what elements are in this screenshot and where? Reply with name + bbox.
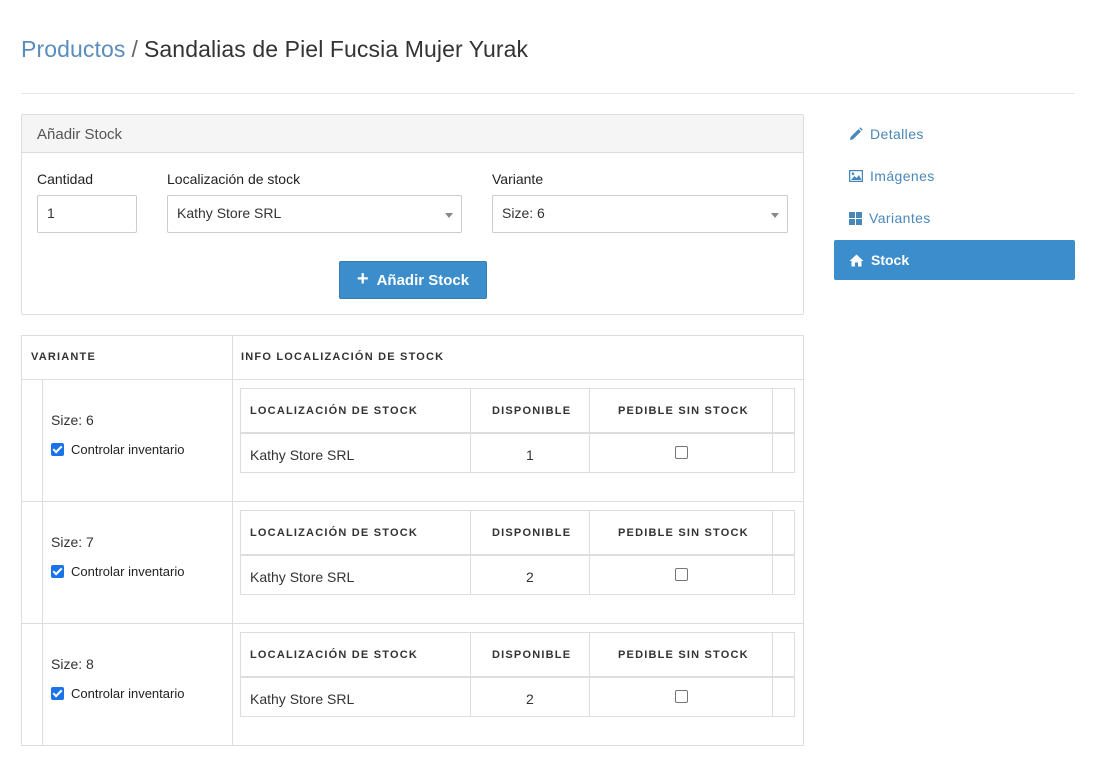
location-select-value: Kathy Store SRL xyxy=(177,205,282,221)
table-row: Size: 6 Controlar inventario LOCALIZACIÓ… xyxy=(22,380,803,502)
subtable-divider xyxy=(470,633,471,716)
quantity-label: Cantidad xyxy=(37,171,94,187)
row-indent xyxy=(42,380,43,502)
stock-available-count: 2 xyxy=(526,691,534,707)
nav-item-imagenes[interactable]: Imágenes xyxy=(834,156,1075,196)
subtable-divider xyxy=(470,511,471,594)
add-stock-button[interactable]: + Añadir Stock xyxy=(339,261,487,299)
quantity-input-value: 1 xyxy=(47,205,55,221)
location-select[interactable]: Kathy Store SRL xyxy=(167,195,462,233)
subtable-header-available: DISPONIBLE xyxy=(492,649,572,661)
nav-item-label: Detalles xyxy=(870,126,924,142)
stock-location-subtable: LOCALIZACIÓN DE STOCK DISPONIBLE PEDIBLE… xyxy=(240,510,795,595)
stock-location-name: Kathy Store SRL xyxy=(250,447,355,463)
subtable-divider xyxy=(589,511,590,594)
row-indent xyxy=(42,624,43,746)
subtable-header-backorder: PEDIBLE SIN STOCK xyxy=(618,527,749,539)
subtable-divider xyxy=(772,511,773,594)
add-stock-button-label: Añadir Stock xyxy=(376,271,470,289)
side-nav: Detalles Imágenes Variantes Stock xyxy=(834,114,1075,282)
backorderable-checkbox[interactable] xyxy=(675,690,688,703)
nav-item-variantes[interactable]: Variantes xyxy=(834,198,1075,238)
track-inventory-checkbox-row[interactable]: Controlar inventario xyxy=(51,442,184,457)
page-title: Productos / Sandalias de Piel Fucsia Mujer… xyxy=(21,36,528,63)
add-stock-panel: Añadir Stock Cantidad 1 Localización de … xyxy=(21,114,804,315)
grid-icon xyxy=(849,211,862,225)
track-inventory-checkbox[interactable] xyxy=(51,687,64,700)
variant-label: Variante xyxy=(492,171,544,187)
track-inventory-label: Controlar inventario xyxy=(71,686,185,701)
track-inventory-checkbox[interactable] xyxy=(51,443,64,456)
location-label: Localización de stock xyxy=(167,171,301,187)
nav-item-label: Stock xyxy=(871,252,910,268)
image-icon xyxy=(849,170,863,182)
stock-location-subtable: LOCALIZACIÓN DE STOCK DISPONIBLE PEDIBLE… xyxy=(240,388,795,473)
breadcrumb-separator: / xyxy=(131,36,138,62)
stock-available-count: 2 xyxy=(526,569,534,585)
add-stock-heading: Añadir Stock xyxy=(22,115,803,153)
table-row: Size: 7 Controlar inventario LOCALIZACIÓ… xyxy=(22,502,803,624)
track-inventory-label: Controlar inventario xyxy=(71,564,185,579)
breadcrumb-current: Sandalias de Piel Fucsia Mujer Yurak xyxy=(143,36,529,62)
column-header-variant: VARIANTE xyxy=(31,351,97,363)
stock-table-header: VARIANTE INFO LOCALIZACIÓN DE STOCK xyxy=(22,336,803,380)
subtable-divider xyxy=(772,389,773,472)
subtable-divider xyxy=(589,389,590,472)
stock-table: VARIANTE INFO LOCALIZACIÓN DE STOCK Size… xyxy=(21,335,804,746)
variant-select-value: Size: 6 xyxy=(502,205,545,221)
track-inventory-checkbox[interactable] xyxy=(51,565,64,578)
stock-available-count: 1 xyxy=(526,447,534,463)
breadcrumb-productos-link[interactable]: Productos xyxy=(21,36,125,62)
nav-item-detalles[interactable]: Detalles xyxy=(834,114,1075,154)
subtable-divider xyxy=(772,633,773,716)
nav-item-label: Variantes xyxy=(869,210,931,226)
variant-field-group: Variante Size: 6 xyxy=(492,171,788,233)
variant-select[interactable]: Size: 6 xyxy=(492,195,788,233)
location-field-group: Localización de stock Kathy Store SRL xyxy=(167,171,462,233)
quantity-field-group: Cantidad 1 xyxy=(37,171,137,233)
variant-name: Size: 8 xyxy=(51,656,94,672)
column-header-info: INFO LOCALIZACIÓN DE STOCK xyxy=(241,351,445,363)
subtable-header-location: LOCALIZACIÓN DE STOCK xyxy=(250,405,418,417)
subtable-divider xyxy=(589,633,590,716)
table-row: Size: 8 Controlar inventario LOCALIZACIÓ… xyxy=(22,624,803,746)
subtable-header-available: DISPONIBLE xyxy=(492,405,572,417)
subtable-header-backorder: PEDIBLE SIN STOCK xyxy=(618,405,749,417)
stock-location-name: Kathy Store SRL xyxy=(250,569,355,585)
pencil-icon xyxy=(850,127,863,140)
home-icon xyxy=(849,254,864,266)
track-inventory-checkbox-row[interactable]: Controlar inventario xyxy=(51,564,184,579)
subtable-header-available: DISPONIBLE xyxy=(492,527,572,539)
stock-location-subtable: LOCALIZACIÓN DE STOCK DISPONIBLE PEDIBLE… xyxy=(240,632,795,717)
quantity-input[interactable]: 1 xyxy=(37,195,137,233)
nav-item-stock[interactable]: Stock xyxy=(834,240,1075,280)
track-inventory-checkbox-row[interactable]: Controlar inventario xyxy=(51,686,184,701)
track-inventory-label: Controlar inventario xyxy=(71,442,185,457)
subtable-divider xyxy=(470,389,471,472)
chevron-down-icon xyxy=(445,213,453,218)
row-indent xyxy=(42,502,43,624)
subtable-header-location: LOCALIZACIÓN DE STOCK xyxy=(250,649,418,661)
chevron-down-icon xyxy=(771,213,779,218)
stock-location-name: Kathy Store SRL xyxy=(250,691,355,707)
backorderable-checkbox[interactable] xyxy=(675,446,688,459)
backorderable-checkbox[interactable] xyxy=(675,568,688,581)
variant-name: Size: 7 xyxy=(51,534,94,550)
subtable-header-location: LOCALIZACIÓN DE STOCK xyxy=(250,527,418,539)
header-divider xyxy=(21,93,1075,94)
nav-item-label: Imágenes xyxy=(870,168,935,184)
variant-name: Size: 6 xyxy=(51,412,94,428)
plus-icon: + xyxy=(356,268,369,290)
subtable-header-backorder: PEDIBLE SIN STOCK xyxy=(618,649,749,661)
